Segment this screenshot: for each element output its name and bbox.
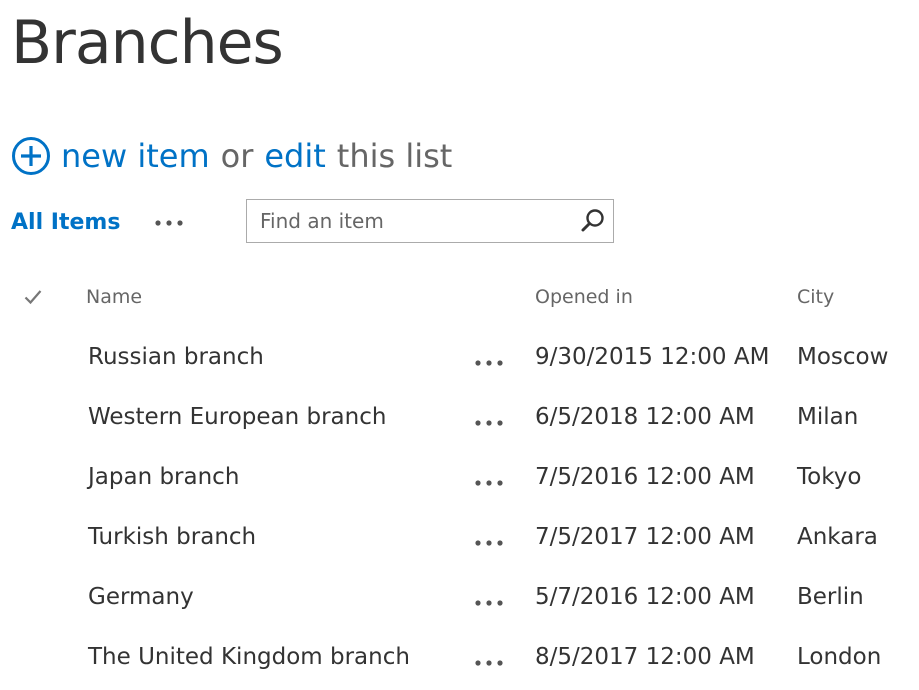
column-header-name[interactable]: Name	[86, 286, 142, 308]
item-opened-in: 5/7/2016 12:00 AM	[535, 584, 755, 610]
item-name-link[interactable]: The United Kingdom branch	[88, 644, 410, 670]
list-item[interactable]: Western European branch 6/5/2018 12:00 A…	[0, 390, 919, 450]
item-opened-in: 9/30/2015 12:00 AM	[535, 344, 770, 370]
column-header-opened-in[interactable]: Opened in	[535, 286, 633, 308]
item-opened-in: 7/5/2016 12:00 AM	[535, 464, 755, 490]
search-button[interactable]	[573, 201, 613, 241]
item-city: Berlin	[797, 584, 864, 610]
page-title: Branches	[11, 8, 284, 78]
new-item-bar: new item or edit this list	[11, 133, 452, 179]
ellipsis-icon[interactable]	[474, 416, 504, 430]
list-item[interactable]: Japan branch 7/5/2016 12:00 AM Tokyo	[0, 450, 919, 510]
view-all-items[interactable]: All Items	[11, 208, 120, 238]
ellipsis-icon[interactable]	[474, 476, 504, 490]
item-opened-in: 6/5/2018 12:00 AM	[535, 404, 755, 430]
ellipsis-icon[interactable]	[474, 596, 504, 610]
list-item[interactable]: Russian branch 9/30/2015 12:00 AM Moscow	[0, 330, 919, 390]
new-item-link[interactable]: new item	[61, 137, 210, 175]
item-city: London	[797, 644, 882, 670]
or-text: or	[220, 137, 254, 175]
checkmark-icon[interactable]	[24, 289, 42, 305]
item-name-link[interactable]: Japan branch	[88, 464, 239, 490]
list-item[interactable]: The United Kingdom branch 8/5/2017 12:00…	[0, 630, 919, 690]
add-circle-icon[interactable]	[11, 136, 51, 176]
item-city: Moscow	[797, 344, 889, 370]
this-list-text: this list	[336, 137, 453, 175]
search-icon	[581, 209, 604, 232]
ellipsis-icon[interactable]	[474, 356, 504, 370]
item-opened-in: 7/5/2017 12:00 AM	[535, 524, 755, 550]
list-item[interactable]: Germany 5/7/2016 12:00 AM Berlin	[0, 570, 919, 630]
item-name-link[interactable]: Russian branch	[88, 344, 264, 370]
item-city: Ankara	[797, 524, 878, 550]
item-name-link[interactable]: Western European branch	[88, 404, 386, 430]
search-box	[246, 199, 614, 243]
list-header-row: Name Opened in City	[0, 270, 919, 330]
item-name-link[interactable]: Germany	[88, 584, 194, 610]
item-city: Milan	[797, 404, 859, 430]
ellipsis-icon[interactable]	[474, 656, 504, 670]
item-opened-in: 8/5/2017 12:00 AM	[535, 644, 755, 670]
ellipsis-icon[interactable]	[474, 536, 504, 550]
list-view: Name Opened in City Russian branch 9/30/…	[0, 270, 919, 690]
item-city: Tokyo	[797, 464, 862, 490]
item-name-link[interactable]: Turkish branch	[88, 524, 256, 550]
column-header-city[interactable]: City	[797, 286, 834, 308]
ellipsis-icon[interactable]	[154, 214, 184, 232]
list-item[interactable]: Turkish branch 7/5/2017 12:00 AM Ankara	[0, 510, 919, 570]
search-input[interactable]	[247, 202, 573, 240]
edit-list-link[interactable]: edit	[264, 137, 325, 175]
